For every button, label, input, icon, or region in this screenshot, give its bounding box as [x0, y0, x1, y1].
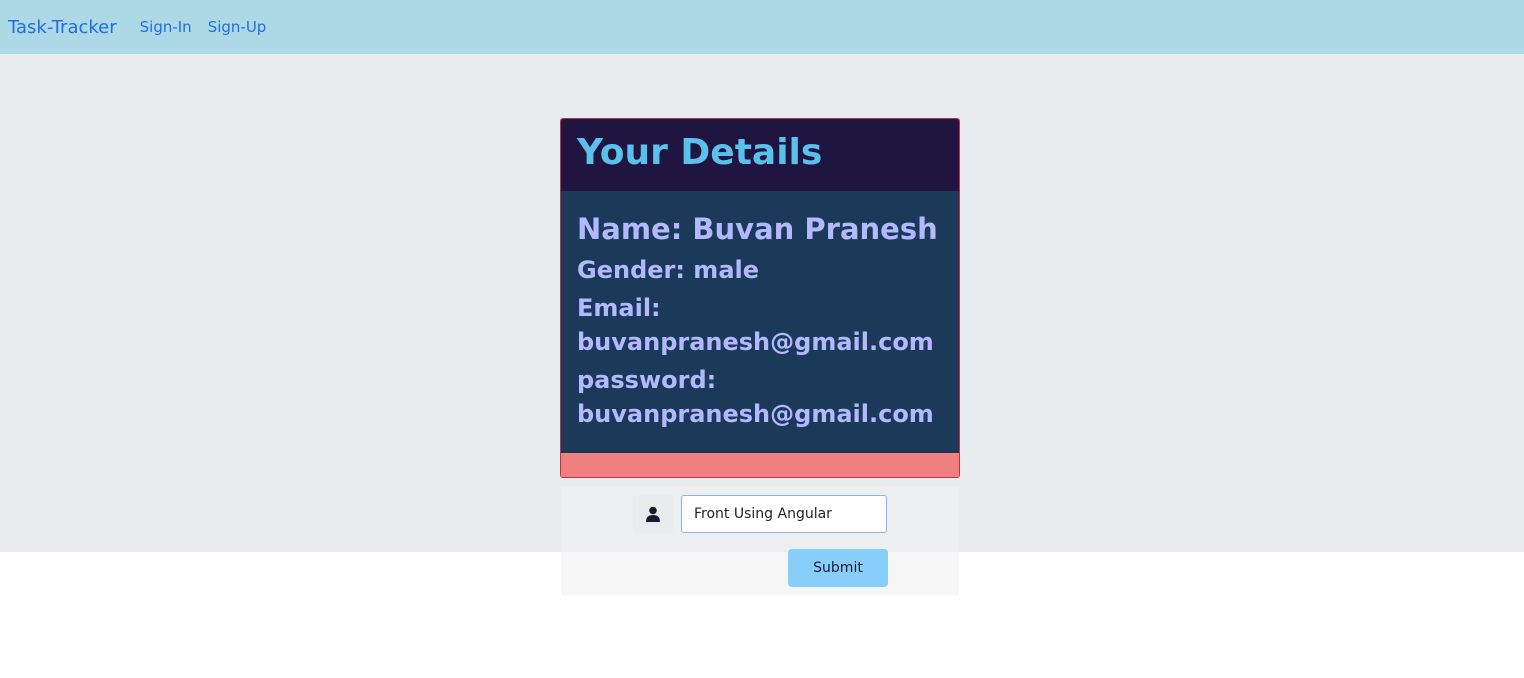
gender-text: Gender: male [577, 256, 760, 284]
name-text: Name: Buvan Pranesh [577, 212, 938, 246]
card-body: Name: Buvan Pranesh Gender: male Email: … [561, 191, 959, 453]
email-label: Email: [577, 294, 661, 322]
user-icon [633, 495, 673, 533]
password-value: buvanpranesh@gmail.com [577, 400, 934, 428]
input-group [633, 495, 887, 533]
submit-button[interactable]: Submit [788, 549, 888, 587]
card-header: Your Details [561, 119, 959, 191]
card-title: Your Details [577, 132, 823, 173]
navbar: Task-Tracker Sign-In Sign-Up [0, 0, 1524, 54]
brand-link[interactable]: Task-Tracker [8, 17, 117, 38]
email-value: buvanpranesh@gmail.com [577, 328, 934, 356]
nav-link-sign-up[interactable]: Sign-Up [208, 18, 267, 36]
task-input[interactable] [681, 495, 887, 533]
email-block: Email: buvanpranesh@gmail.com [577, 291, 943, 359]
nav-link-sign-in[interactable]: Sign-In [140, 18, 192, 36]
password-block: password: buvanpranesh@gmail.com [577, 363, 943, 431]
details-card: Your Details Name: Buvan Pranesh Gender:… [560, 118, 960, 478]
card-footer [561, 453, 959, 477]
password-label: password: [577, 366, 717, 394]
task-form: Submit [561, 487, 959, 595]
